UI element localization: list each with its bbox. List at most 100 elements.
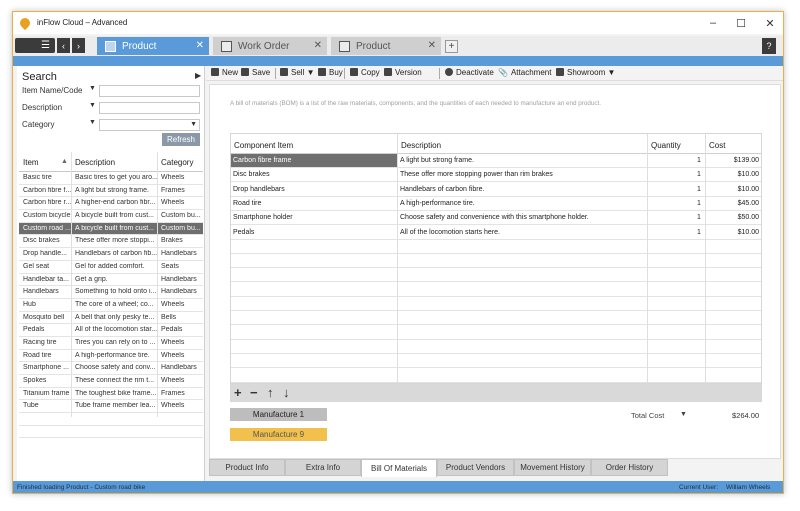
bom-row[interactable]: Smartphone holder Choose safety and conve… [231,211,761,226]
list-item[interactable] [19,426,203,439]
list-item[interactable]: Gel seat Gel for added comfort. Seats [19,261,203,274]
maximize-icon[interactable]: ☐ [726,12,756,34]
list-item[interactable]: Smartphone ... Choose safety and conv... H… [19,362,203,375]
bom-row[interactable] [231,340,761,354]
quantity-cell[interactable]: 1 [697,157,701,164]
bom-row[interactable] [231,268,761,283]
list-item[interactable]: Mosquito bell A bell that only pesky te..… [19,312,203,325]
bom-row[interactable]: Carbon fibre frame A light but strong fra… [231,154,761,168]
add-row-icon[interactable]: + [234,385,242,400]
collapse-arrow-icon[interactable]: ▶ [195,71,201,80]
bom-row[interactable] [231,254,761,269]
column-header-description[interactable]: Description [75,158,115,167]
description-cell[interactable]: Choose safety and convenience with this … [400,214,589,221]
bom-row[interactable] [231,326,761,340]
tab-movement-history[interactable]: Movement History [514,459,591,476]
bom-row[interactable] [231,369,761,383]
description-input[interactable] [99,102,200,114]
list-item[interactable]: Custom road ... A bicycle built from cust… [19,222,203,236]
cost-cell[interactable]: $139.00 [734,157,759,164]
column-header-category[interactable]: Category [161,158,193,167]
bom-row[interactable] [231,297,761,311]
cost-cell[interactable]: $10.00 [738,229,759,236]
component-cell[interactable]: Road tire [231,197,397,210]
item-name-input[interactable] [99,85,200,97]
column-header-item[interactable]: Item [23,158,39,167]
quantity-cell[interactable]: 1 [697,214,701,221]
bom-row[interactable]: Disc brakes These offer more stopping pow… [231,168,761,183]
column-header-quantity[interactable]: Quantity [651,141,681,150]
cost-cell[interactable]: $10.00 [738,186,759,193]
close-tab-icon[interactable]: ✕ [196,40,204,51]
move-up-icon[interactable]: ↑ [267,385,274,400]
bom-row[interactable]: Road tire A high-performance tire. 1 $45.00 [231,197,761,211]
forward-icon[interactable]: › [72,38,85,53]
copy-button[interactable]: Copy [350,68,380,77]
remove-row-icon[interactable]: − [250,385,258,400]
deactivate-button[interactable]: Deactivate [445,68,494,77]
description-cell[interactable]: Handlebars of carbon fibre. [400,186,484,193]
component-cell[interactable]: Disc brakes [231,168,397,181]
list-item[interactable]: Hub The core of a wheel; co... Wheels [19,299,203,312]
new-button[interactable]: New [211,68,238,77]
attachment-button[interactable]: 📎 Attachment [498,68,551,77]
bom-row[interactable] [231,311,761,326]
description-cell[interactable]: A light but strong frame. [400,157,474,164]
bom-row[interactable]: Drop handlebars Handlebars of carbon fibr… [231,183,761,197]
version-button[interactable]: Version [384,68,422,77]
bom-row[interactable] [231,283,761,297]
description-cell[interactable]: A high-performance tire. [400,200,475,207]
bom-row[interactable]: Pedals All of the locomotion starts here.… [231,226,761,240]
list-item[interactable]: Custom bicycle A bicycle built from cust.… [19,210,203,223]
tab-extra-info[interactable]: Extra Info [285,459,361,476]
list-item[interactable]: Racing tire Tires you can rely on to ... W… [19,337,203,350]
manufacture-1-button[interactable]: Manufacture 1 [230,408,327,421]
dropdown-arrow-icon[interactable]: ▼ [89,85,96,92]
list-item[interactable]: Handlebar ta... Get a grip. Handlebars [19,274,203,287]
component-cell[interactable]: Drop handlebars [231,183,397,196]
move-down-icon[interactable]: ↓ [283,385,290,400]
list-item[interactable]: Spokes These connect the rim t... Wheels [19,375,203,388]
bom-row[interactable] [231,354,761,369]
back-icon[interactable]: ‹ [57,38,70,53]
close-icon[interactable]: ✕ [755,12,783,34]
column-header-cost[interactable]: Cost [709,141,725,150]
sell-button[interactable]: Sell ▼ [280,68,315,77]
quantity-cell[interactable]: 1 [697,186,701,193]
quantity-cell[interactable]: 1 [697,200,701,207]
tab-order-history[interactable]: Order History [591,459,668,476]
list-item[interactable]: Basic tire Basic tires to get you aro... W… [19,172,203,185]
quantity-cell[interactable]: 1 [697,229,701,236]
list-item[interactable]: Drop handle... Handlebars of carbon fib..… [19,248,203,261]
cost-cell[interactable]: $50.00 [738,214,759,221]
tab-product-info[interactable]: Product Info [209,459,285,476]
showroom-button[interactable]: Showroom ▼ [556,68,615,77]
tab-product-vendors[interactable]: Product Vendors [437,459,514,476]
main-menu-button[interactable]: ☰ [15,38,55,53]
bom-row[interactable] [231,240,761,254]
list-item[interactable]: Carbon fibre r... A higher-end carbon fib… [19,197,203,211]
close-tab-icon[interactable]: ✕ [428,40,436,51]
category-select[interactable]: ▼ [99,119,200,131]
list-item[interactable]: Carbon fibre f... A light but strong fram… [19,185,203,198]
close-tab-icon[interactable]: ✕ [314,40,322,51]
save-button[interactable]: Save [241,68,270,77]
component-cell[interactable]: Carbon fibre frame [231,154,397,167]
tab-product[interactable]: Product ✕ [97,37,209,55]
cost-cell[interactable]: $10.00 [738,171,759,178]
tab-work-order[interactable]: Work Order ✕ [213,37,327,55]
refresh-button[interactable]: Refresh [162,133,200,146]
cost-cell[interactable]: $45.00 [738,200,759,207]
quantity-cell[interactable]: 1 [697,171,701,178]
list-item[interactable]: Titanium frame The toughest bike frame...… [19,388,203,401]
manufacture-9-button[interactable]: Manufacture 9 [230,428,327,441]
dropdown-arrow-icon[interactable]: ▼ [89,102,96,109]
total-cost-dropdown-icon[interactable]: ▼ [680,411,687,418]
list-item[interactable]: Tube Tube frame member lea... Wheels [19,400,203,414]
add-tab-button[interactable]: + [445,40,458,53]
list-item[interactable]: Disc brakes These offer more stoppi... Bra… [19,235,203,249]
list-item[interactable]: Road tire A high-performance tire. Wheels [19,350,203,363]
tab-bill-of-materials[interactable]: Bill Of Materials [361,459,437,477]
column-header-component[interactable]: Component Item [234,141,293,150]
description-cell[interactable]: These offer more stopping power than rim… [400,171,553,178]
